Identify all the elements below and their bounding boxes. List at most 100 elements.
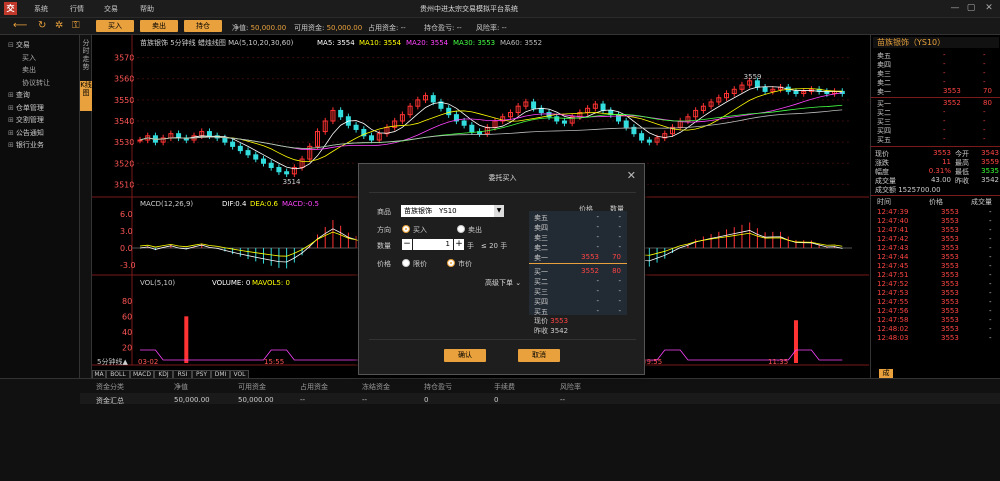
refresh-icon[interactable]: ↻ — [38, 20, 46, 31]
maximize-icon[interactable]: ▢ — [964, 2, 978, 15]
tick-vol-3: - — [989, 235, 992, 243]
menu-system[interactable]: 系统 — [34, 4, 48, 14]
price-limit-label[interactable]: 限价 — [413, 259, 427, 269]
sidebar-item-label: 银行业务 — [15, 141, 44, 149]
sidebar-item-1[interactable]: 买入 — [22, 53, 36, 63]
dialog-book-label-3: 卖二 — [534, 244, 548, 252]
tick-vol-14: - — [989, 334, 992, 342]
sidebar-item-3[interactable]: 协议转让 — [22, 78, 50, 88]
tick-time-14: 12:48:03 — [877, 334, 909, 342]
settings-icon[interactable]: ✲ — [55, 20, 63, 31]
sidebar-item-4[interactable]: ⊞ 查询 — [8, 90, 30, 100]
direction-sell-label[interactable]: 卖出 — [468, 225, 482, 235]
occupied-funds-info: 占用资金: -- — [368, 24, 406, 32]
direction-buy-radio[interactable] — [402, 225, 410, 233]
grid-header-6: 手续费 — [494, 383, 515, 391]
tab-kline[interactable]: K线图 — [80, 81, 92, 111]
grid-cell-1: 50,000.00 — [174, 396, 210, 404]
grid-header-0: 资金分类 — [96, 383, 124, 391]
direction-sell-radio[interactable] — [457, 225, 465, 233]
dialog-book-price-8: - — [596, 297, 599, 305]
tick-time-11: 12:47:56 — [877, 307, 909, 315]
cancel-button[interactable]: 取消 — [518, 349, 560, 362]
period-selector[interactable]: 5分钟线▲ — [97, 357, 128, 366]
expand-icon[interactable]: ⊞ — [8, 91, 14, 99]
tab-timeshare[interactable]: 分时走势 — [80, 39, 92, 79]
ticks-divider — [871, 195, 1000, 196]
tick-price-4: 3553 — [941, 244, 959, 252]
collapse-icon[interactable]: ⊟ — [8, 41, 14, 49]
ask-vol-1: - — [983, 60, 986, 68]
chevron-down-icon[interactable]: ▼ — [494, 205, 504, 217]
macd-tick-2: 0.0 — [120, 244, 133, 253]
tick-time-8: 12:47:52 — [877, 280, 909, 288]
dialog-divider — [369, 192, 636, 193]
ticks-header-0: 时间 — [877, 198, 891, 206]
advanced-order-link[interactable]: 高级下单 ⌄ — [485, 278, 521, 288]
dialog-book-label-5: 买一 — [534, 268, 548, 276]
sidebar-item-8[interactable]: ⊞ 银行业务 — [8, 140, 44, 150]
bid-label-4: 买五 — [877, 136, 891, 144]
grid-row[interactable] — [80, 393, 1000, 404]
menu-help[interactable]: 帮助 — [140, 4, 154, 14]
tick-vol-1: - — [989, 217, 992, 225]
sell-button[interactable]: 卖出 — [140, 20, 178, 32]
dialog-prev-close: 昨收 3542 — [534, 327, 569, 335]
qty-label: 数量 — [377, 242, 391, 250]
sidebar-item-5[interactable]: ⊞ 仓单管理 — [8, 103, 44, 113]
bid-vol-4: - — [983, 135, 986, 143]
menu-market[interactable]: 行情 — [70, 4, 84, 14]
expand-icon[interactable]: ⊞ — [8, 129, 14, 137]
dialog-book-vol-5: 80 — [612, 267, 621, 275]
close-icon[interactable]: ✕ — [982, 2, 996, 15]
bid-price-1: - — [943, 108, 946, 116]
tick-vol-9: - — [989, 289, 992, 297]
tick-time-6: 12:47:45 — [877, 262, 909, 270]
dialog-book-price-6: - — [596, 277, 599, 285]
price-market-label[interactable]: 市价 — [458, 259, 472, 269]
ask-vol-3: - — [983, 78, 986, 86]
price-limit-radio[interactable] — [402, 259, 410, 267]
price-label: 价格 — [377, 260, 391, 268]
low-annotation: 3514 — [283, 178, 301, 186]
expand-icon[interactable]: ⊞ — [8, 141, 14, 149]
confirm-button[interactable]: 确认 — [444, 349, 486, 362]
sidebar-item-label: 买入 — [22, 53, 36, 62]
sidebar-item-2[interactable]: 卖出 — [22, 65, 36, 75]
hold-button[interactable]: 持仓 — [184, 20, 222, 32]
lock-icon[interactable]: ⚿ — [72, 20, 80, 31]
tick-price-8: 3553 — [941, 280, 959, 288]
sidebar-item-label: 查询 — [15, 91, 30, 99]
product-select[interactable]: 苗族银饰 YS10 ▼ — [401, 205, 504, 217]
volume-bar-0 — [184, 316, 189, 363]
menu-trade[interactable]: 交易 — [104, 4, 118, 14]
chart-view-tabs: 分时走势 K线图 — [80, 35, 92, 378]
stat-value-b-0: 3543 — [981, 149, 999, 157]
y-tick-6: 3510 — [114, 180, 134, 189]
sidebar-item-6[interactable]: ⊞ 交割管理 — [8, 115, 44, 125]
price-market-radio[interactable] — [447, 259, 455, 267]
expand-icon[interactable]: ⊞ — [8, 104, 14, 112]
expand-icon[interactable]: ⊞ — [8, 116, 14, 124]
tick-vol-2: - — [989, 226, 992, 234]
tick-vol-13: - — [989, 325, 992, 333]
qty-plus-button[interactable]: + — [454, 239, 464, 250]
tick-time-4: 12:47:43 — [877, 244, 909, 252]
dialog-book-price-0: - — [596, 213, 599, 221]
ask-price-2: - — [943, 69, 946, 77]
dialog-book-vol-7: - — [618, 287, 621, 295]
buy-button[interactable]: 买入 — [96, 20, 134, 32]
dialog-footer-divider — [369, 339, 636, 340]
bid-vol-2: - — [983, 117, 986, 125]
qty-max-hint: ≤ 20 手 — [481, 242, 508, 250]
sidebar-item-0[interactable]: ⊟ 交易 — [8, 40, 30, 50]
qty-minus-button[interactable]: − — [402, 239, 412, 250]
dialog-close-icon[interactable]: ✕ — [627, 169, 636, 182]
back-icon[interactable]: ⟵ — [13, 20, 27, 31]
qty-input[interactable]: 1 — [413, 239, 453, 250]
sidebar-item-7[interactable]: ⊞ 公告通知 — [8, 128, 44, 138]
direction-buy-label[interactable]: 买入 — [413, 225, 427, 235]
quote-tab[interactable]: 成 — [879, 369, 893, 378]
x-tick-5: 11:35 — [768, 358, 788, 366]
minimize-icon[interactable]: — — [948, 2, 962, 15]
